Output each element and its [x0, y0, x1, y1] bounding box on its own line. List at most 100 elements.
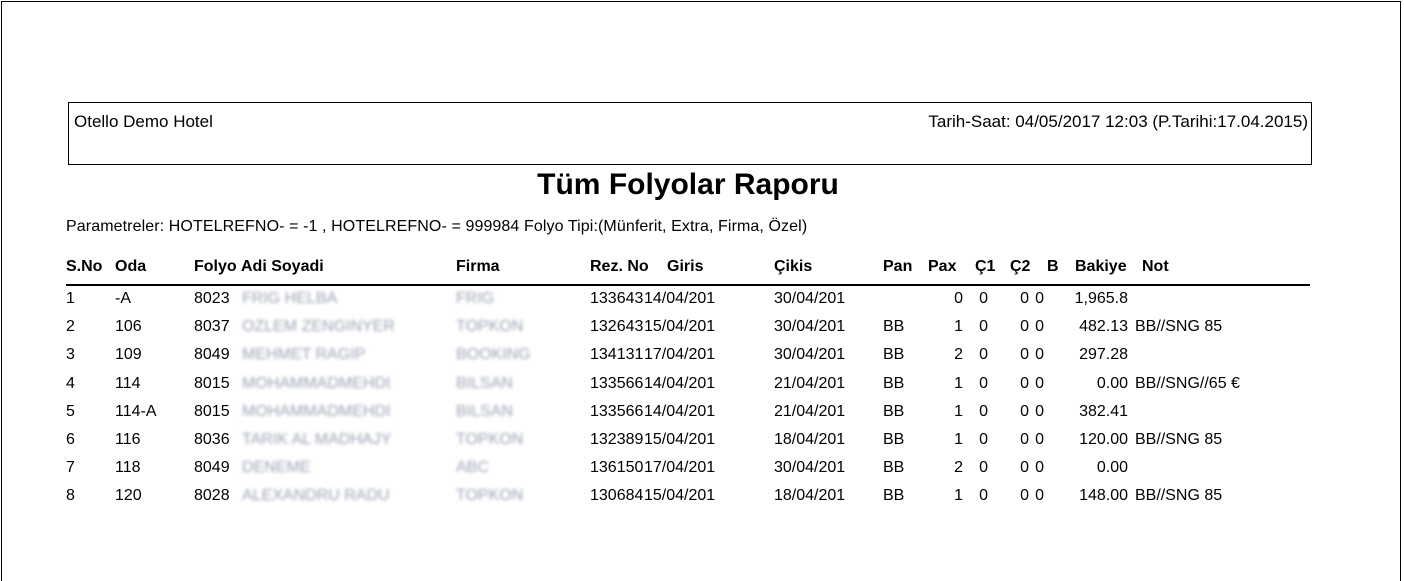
report-title: Tüm Folyolar Raporu — [537, 168, 839, 201]
cell-oda: -A — [115, 290, 131, 307]
cell-oda: 114 — [115, 374, 141, 392]
cell-adi: MOHAMMADMEHDI — [242, 374, 391, 392]
cell-adi: MOHAMMADMEHDI — [242, 402, 391, 420]
cell-oda: 118 — [115, 459, 141, 477]
cell-b: 0 — [1035, 290, 1044, 307]
cell-giris: 14/04/201 — [644, 290, 716, 307]
cell-pax: 1 — [954, 487, 963, 505]
header-adi-soyadi: Adi Soyadi — [241, 258, 324, 275]
cell-bakiye: 1,965.8 — [1074, 290, 1128, 307]
cell-giris: 17/04/201 — [644, 459, 716, 477]
header-oda: Oda — [115, 258, 147, 275]
cell-pax: 1 — [954, 431, 963, 448]
cell-folyo: 8037 — [194, 318, 230, 336]
cell-cikis: 30/04/201 — [774, 318, 846, 336]
cell-firma: TOPKON — [456, 318, 524, 336]
header-bakiye: Bakiye — [1075, 258, 1127, 275]
cell-sno: 4 — [66, 374, 75, 392]
header-pax: Pax — [928, 258, 957, 275]
cell-oda: 106 — [115, 318, 142, 336]
header-divider — [66, 284, 1310, 286]
cell-adi: MEHMET RAGIP — [242, 346, 366, 364]
header-sno: S.No — [66, 258, 103, 275]
cell-firma: TOPKON — [456, 431, 524, 448]
cell-b: 0 — [1035, 318, 1044, 336]
cell-pax: 0 — [954, 290, 963, 307]
cell-sno: 3 — [66, 346, 75, 364]
cell-sno: 8 — [66, 487, 75, 505]
cell-c1: 0 — [979, 431, 988, 448]
header-pan: Pan — [883, 258, 913, 275]
cell-bakiye: 120.00 — [1079, 431, 1128, 448]
cell-c2: 0 — [1020, 459, 1029, 477]
cell-pan: BB — [883, 459, 905, 477]
cell-cikis: 30/04/201 — [774, 459, 846, 477]
cell-oda: 114-A — [115, 402, 157, 420]
cell-bakiye: 482.13 — [1079, 318, 1128, 336]
header-not: Not — [1142, 258, 1169, 275]
cell-bakiye: 0.00 — [1096, 459, 1128, 477]
cell-bakiye: 297.28 — [1079, 346, 1128, 364]
cell-not: BB//SNG//65 € — [1135, 374, 1240, 392]
cell-giris: 14/04/201 — [644, 374, 716, 392]
cell-firma: ABC — [456, 459, 489, 477]
cell-pax: 2 — [954, 346, 963, 364]
header-cikis: Çikis — [774, 258, 813, 275]
cell-folyo: 8049 — [194, 459, 230, 477]
cell-cikis: 18/04/201 — [774, 487, 846, 505]
cell-b: 0 — [1035, 374, 1044, 392]
cell-giris: 17/04/201 — [644, 346, 716, 364]
cell-sno: 2 — [66, 318, 75, 336]
cell-pan: BB — [883, 374, 905, 392]
cell-not: BB//SNG 85 — [1135, 487, 1223, 505]
cell-giris: 15/04/201 — [644, 431, 716, 448]
cell-firma: BILSAN — [456, 402, 513, 420]
cell-bakiye: 382.41 — [1079, 402, 1128, 420]
cell-b: 0 — [1035, 431, 1044, 448]
cell-cikis: 21/04/201 — [774, 374, 846, 392]
cell-c1: 0 — [979, 374, 988, 392]
cell-b: 0 — [1035, 487, 1044, 505]
cell-c1: 0 — [979, 402, 988, 420]
cell-c2: 0 — [1020, 487, 1029, 505]
cell-rez: 136150 — [590, 459, 644, 477]
cell-oda: 120 — [115, 487, 142, 505]
cell-bakiye: 148.00 — [1079, 487, 1128, 505]
cell-folyo: 8023 — [194, 290, 230, 307]
cell-rez: 133566 — [590, 374, 644, 392]
cell-c2: 0 — [1020, 402, 1029, 420]
cell-b: 0 — [1035, 459, 1044, 477]
cell-sno: 5 — [66, 402, 75, 420]
cell-pan: BB — [883, 318, 905, 336]
cell-rez: 133566 — [590, 402, 644, 420]
cell-adi: OZLEM ZENGINYER — [242, 318, 395, 336]
header-c1: Ç1 — [975, 258, 996, 275]
header-folyo: Folyo — [194, 258, 237, 275]
cell-bakiye: 0.00 — [1096, 374, 1128, 392]
cell-adi: DENEME — [242, 459, 311, 477]
cell-pan: BB — [883, 431, 905, 448]
cell-rez: 132389 — [590, 431, 644, 448]
cell-rez: 132643 — [590, 318, 644, 336]
cell-giris: 15/04/201 — [644, 487, 716, 505]
cell-folyo: 8015 — [194, 402, 230, 420]
cell-pax: 1 — [954, 318, 963, 336]
cell-c2: 0 — [1020, 290, 1029, 307]
hotel-name: Otello Demo Hotel — [74, 112, 213, 131]
cell-c2: 0 — [1020, 346, 1029, 364]
cell-folyo: 8028 — [194, 487, 230, 505]
report-datetime: Tarih-Saat: 04/05/2017 12:03 (P.Tarihi:1… — [928, 112, 1308, 131]
cell-pax: 2 — [954, 459, 963, 477]
cell-sno: 6 — [66, 431, 75, 448]
cell-firma: TOPKON — [456, 487, 524, 505]
cell-c1: 0 — [979, 346, 988, 364]
cell-c2: 0 — [1020, 374, 1029, 392]
cell-sno: 7 — [66, 459, 75, 477]
cell-folyo: 8049 — [194, 346, 230, 364]
cell-giris: 14/04/201 — [644, 402, 716, 420]
cell-not: BB//SNG 85 — [1135, 318, 1223, 336]
cell-folyo: 8036 — [194, 431, 230, 448]
cell-c1: 0 — [979, 459, 988, 477]
cell-pan: BB — [883, 402, 905, 420]
cell-cikis: 30/04/201 — [774, 346, 846, 364]
